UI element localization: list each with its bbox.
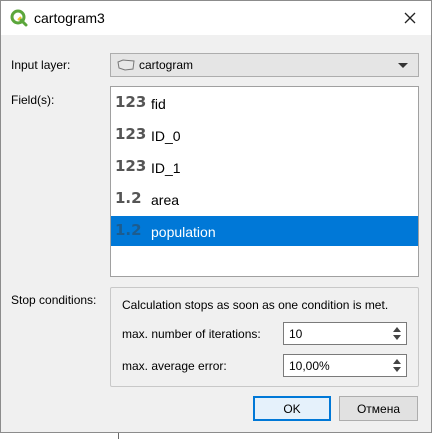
field-name: ID_1 [151, 160, 181, 176]
spin-up-icon[interactable] [393, 327, 401, 332]
stop-conditions-group: Calculation stops as soon as one conditi… [110, 287, 419, 387]
input-layer-label: Input layer: [11, 58, 71, 72]
polygon-layer-icon [117, 59, 135, 71]
spin-buttons[interactable] [389, 324, 405, 343]
cancel-button[interactable]: Отмена [339, 396, 418, 421]
qgis-icon [10, 9, 28, 27]
list-item-population[interactable]: 1.2 population [111, 216, 418, 246]
fields-list[interactable]: 123 fid 123 ID_0 123 ID_1 1.2 area 1.2 p… [110, 86, 419, 277]
cartogram-dialog: cartogram3 Input layer: cartogram Field(… [0, 0, 432, 433]
divider [118, 433, 119, 439]
spin-up-icon[interactable] [393, 359, 401, 364]
title-bar: cartogram3 [1, 1, 431, 35]
max-error-spinbox[interactable]: 10,00% [283, 354, 407, 377]
list-item-id-0[interactable]: 123 ID_0 [111, 120, 418, 150]
input-layer-value: cartogram [139, 58, 194, 72]
max-error-value: 10,00% [289, 359, 330, 373]
max-error-label: max. average error: [122, 359, 227, 373]
close-button[interactable] [391, 3, 429, 33]
ok-button[interactable]: OK [253, 396, 331, 421]
field-name: fid [151, 96, 166, 112]
field-name: ID_0 [151, 128, 181, 144]
integer-type-icon: 123 [115, 157, 147, 175]
max-iterations-value: 10 [289, 327, 303, 341]
spin-down-icon[interactable] [393, 335, 401, 340]
list-item-fid[interactable]: 123 fid [111, 88, 418, 118]
spin-down-icon[interactable] [393, 367, 401, 372]
field-name: population [151, 224, 216, 240]
background-strip [0, 433, 432, 439]
integer-type-icon: 123 [115, 125, 147, 143]
stop-conditions-message: Calculation stops as soon as one conditi… [122, 298, 389, 312]
decimal-type-icon: 1.2 [115, 189, 142, 207]
max-iterations-spinbox[interactable]: 10 [283, 322, 407, 345]
close-icon [404, 12, 416, 24]
list-item-area[interactable]: 1.2 area [111, 184, 418, 214]
stop-conditions-label: Stop conditions: [11, 293, 97, 307]
fields-label: Field(s): [11, 93, 55, 107]
spin-buttons[interactable] [389, 356, 405, 375]
input-layer-combo[interactable]: cartogram [110, 53, 419, 77]
integer-type-icon: 123 [115, 93, 147, 111]
decimal-type-icon: 1.2 [115, 221, 142, 239]
list-item-id-1[interactable]: 123 ID_1 [111, 152, 418, 182]
max-iterations-label: max. number of iterations: [122, 327, 261, 341]
chevron-down-icon[interactable] [398, 63, 408, 68]
window-title: cartogram3 [34, 10, 105, 26]
field-name: area [151, 192, 180, 208]
